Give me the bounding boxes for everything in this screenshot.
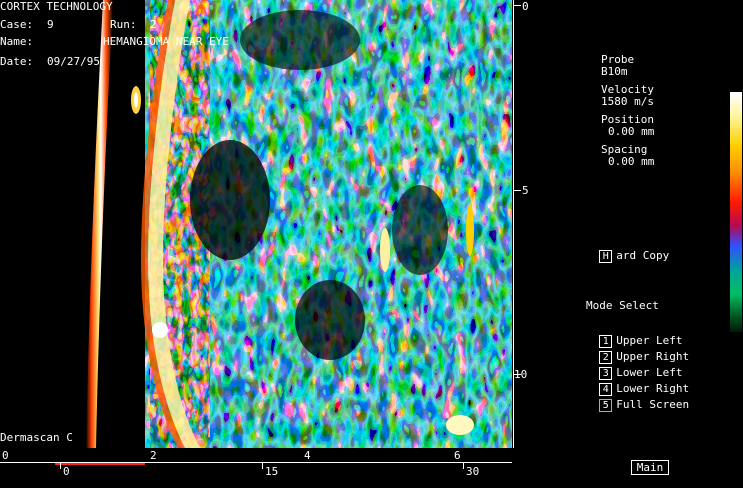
date-value: 09/27/95 <box>47 55 100 68</box>
mode-select-title: Mode Select <box>586 299 659 312</box>
company-name: CORTEX TECHNOLOGY <box>0 0 113 13</box>
lateral-label-0: 0 <box>2 449 9 462</box>
run-label: Run: <box>110 18 137 31</box>
hard-copy-button[interactable]: Hard Copy <box>586 236 669 263</box>
depth-label-5: 5 <box>522 184 529 197</box>
lateral-tick <box>262 463 263 469</box>
patient-name: HEMANGIOMA NEAR EYE <box>103 35 229 48</box>
depth-tick <box>513 5 521 6</box>
velocity-value: 1580 m/s <box>601 95 654 108</box>
lateral-label-4: 4 <box>304 449 311 462</box>
main-button[interactable]: Main <box>631 460 669 475</box>
mode-label: Full Screen <box>616 398 690 411</box>
depth-axis: 0 5 10 <box>512 0 534 448</box>
lateral-axis: 0 2 4 6 0 15 30 <box>0 448 512 488</box>
depth-label-10: 10 <box>514 368 528 381</box>
lateral-sub-label-0: 0 <box>63 465 70 478</box>
hard-copy-label: ard Copy <box>616 249 670 262</box>
mode-full-screen[interactable]: 5 Full Screen <box>586 385 689 412</box>
case-value: 9 <box>47 18 54 31</box>
mode-key: 5 <box>599 398 613 412</box>
depth-tick <box>513 190 521 191</box>
name-label: Name: <box>0 35 34 48</box>
lateral-sub-label-30: 30 <box>466 465 480 478</box>
hard-copy-key: H <box>599 249 613 263</box>
run-value: 2 <box>150 18 157 31</box>
spacing-value: 0.00 mm <box>608 155 655 168</box>
case-label: Case: <box>0 18 34 31</box>
lateral-tick <box>60 463 61 469</box>
color-scale-bar <box>730 92 742 332</box>
date-label: Date: <box>0 55 34 68</box>
depth-label-0: 0 <box>522 0 529 13</box>
position-value: 0.00 mm <box>608 125 655 138</box>
lateral-label-6: 6 <box>454 449 461 462</box>
probe-value: B10m <box>601 65 628 78</box>
device-label: Dermascan C <box>0 431 73 444</box>
lateral-tick <box>463 463 464 469</box>
lateral-sub-label-15: 15 <box>265 465 279 478</box>
lateral-label-2: 2 <box>150 449 157 462</box>
